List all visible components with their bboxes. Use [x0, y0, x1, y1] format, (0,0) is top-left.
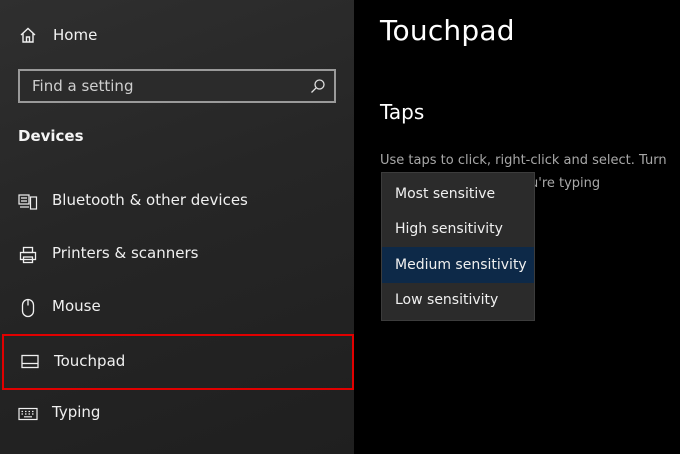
home-label: Home: [53, 26, 98, 44]
taps-heading: Taps: [380, 100, 425, 124]
sidebar-item-label: Typing: [52, 403, 101, 421]
bluetooth-devices-icon: [18, 192, 38, 212]
home-icon: [18, 25, 38, 45]
sidebar-item-touchpad[interactable]: Touchpad: [2, 334, 354, 390]
search-box[interactable]: [18, 69, 336, 103]
touchpad-icon: [20, 352, 40, 372]
sidebar: Home Devices Bluetooth & other devices: [0, 0, 354, 454]
option-high-sensitivity[interactable]: High sensitivity: [382, 212, 534, 248]
sidebar-item-printers[interactable]: Printers & scanners: [0, 229, 354, 281]
home-nav-item[interactable]: Home: [18, 22, 97, 48]
sidebar-item-label: Printers & scanners: [52, 244, 199, 262]
sidebar-item-label: Bluetooth & other devices: [52, 191, 248, 209]
option-most-sensitive[interactable]: Most sensitive: [382, 176, 534, 212]
sensitivity-dropdown-list[interactable]: Most sensitive High sensitivity Medium s…: [381, 172, 535, 321]
page-title: Touchpad: [380, 14, 515, 47]
sidebar-item-label: Touchpad: [54, 352, 126, 370]
sidebar-item-mouse[interactable]: Mouse: [0, 282, 354, 334]
mouse-icon: [18, 298, 38, 318]
option-medium-sensitivity[interactable]: Medium sensitivity: [382, 247, 534, 283]
section-title-devices: Devices: [18, 127, 84, 145]
sidebar-item-bluetooth[interactable]: Bluetooth & other devices: [0, 176, 354, 228]
search-input[interactable]: [20, 71, 334, 101]
printer-icon: [18, 245, 38, 265]
sidebar-item-label: Mouse: [52, 297, 101, 315]
main-content: Touchpad Taps Use taps to click, right-c…: [354, 0, 680, 454]
taps-description-line1: Use taps to click, right-click and selec…: [380, 153, 667, 168]
sidebar-item-typing[interactable]: Typing: [0, 388, 354, 440]
keyboard-icon: [18, 404, 38, 424]
search-icon[interactable]: [310, 78, 326, 94]
option-low-sensitivity[interactable]: Low sensitivity: [382, 283, 534, 319]
